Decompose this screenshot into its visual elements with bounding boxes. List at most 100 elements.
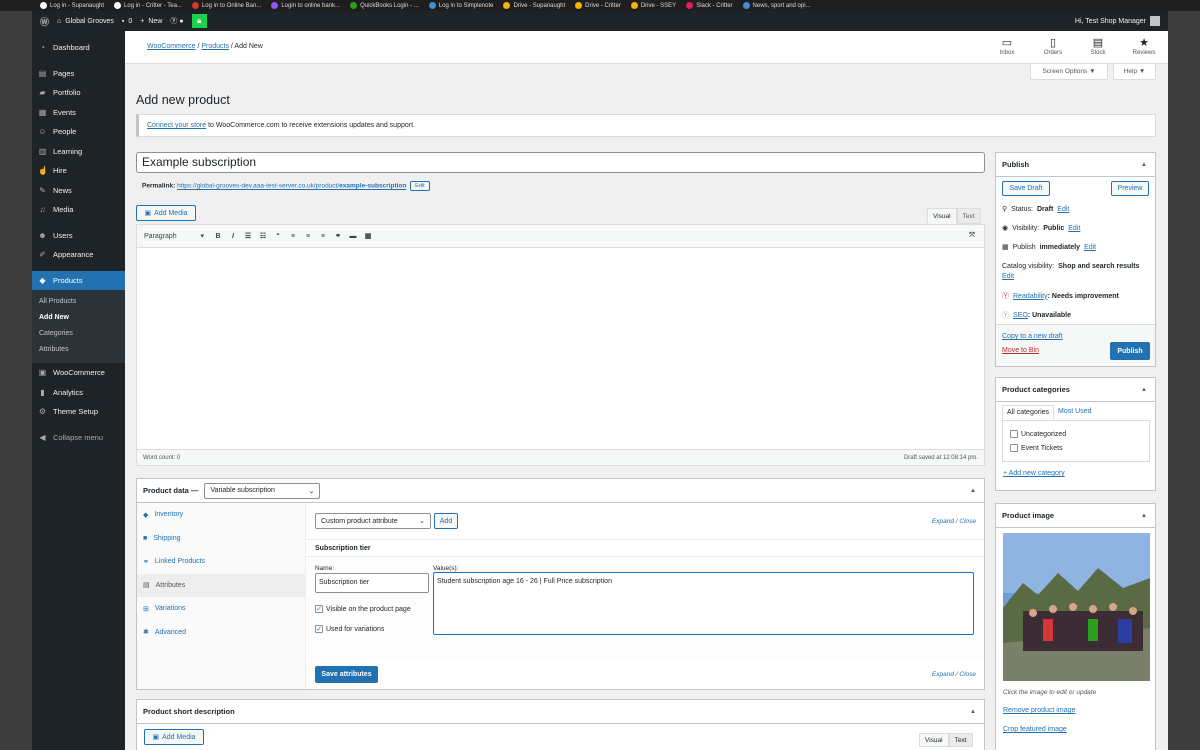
category-event-tickets[interactable]: Event Tickets bbox=[1010, 444, 1063, 452]
italic-icon[interactable]: I bbox=[229, 233, 237, 240]
toggle-arrow-icon[interactable]: ▲ bbox=[1141, 513, 1147, 519]
permalink-link[interactable]: https://global-grooves-dev.aaa-test-serv… bbox=[177, 183, 406, 190]
align-right-icon[interactable]: ≡ bbox=[319, 233, 327, 240]
submenu-attributes[interactable]: Attributes bbox=[32, 342, 125, 358]
category-uncategorized[interactable]: Uncategorized bbox=[1010, 430, 1066, 438]
expand-close-link-bottom[interactable]: Expand / Close bbox=[932, 671, 976, 678]
attribute-heading[interactable]: Subscription tier bbox=[307, 539, 984, 557]
bold-icon[interactable]: B bbox=[214, 233, 222, 240]
bookmark-item[interactable]: Drive - Critter bbox=[575, 2, 621, 9]
menu-woocommerce[interactable]: ▣ WooCommerce bbox=[32, 363, 125, 383]
readability-link[interactable]: Readability bbox=[1013, 293, 1048, 300]
tab-visual[interactable]: Visual bbox=[927, 208, 957, 224]
reviews-button[interactable]: ★ Reviews bbox=[1129, 37, 1159, 56]
permalink-edit-button[interactable]: Edit bbox=[410, 181, 430, 191]
tab-visual[interactable]: Visual bbox=[919, 733, 949, 747]
format-select[interactable]: Paragraph ▾ bbox=[141, 229, 207, 243]
menu-learning[interactable]: ▥ Learning bbox=[32, 142, 125, 162]
save-draft-button[interactable]: Save Draft bbox=[1002, 181, 1050, 196]
menu-news[interactable]: ✎ News bbox=[32, 181, 125, 201]
attribute-select[interactable]: Custom product attribute ⌄ bbox=[315, 513, 431, 529]
yoast-icon[interactable]: Ⓨ ● bbox=[170, 16, 183, 26]
tab-text[interactable]: Text bbox=[956, 208, 981, 224]
copy-draft-link[interactable]: Copy to a new draft bbox=[1002, 333, 1063, 340]
bookmark-item[interactable]: Login to online bank... bbox=[271, 2, 340, 9]
remove-image-link[interactable]: Remove product image bbox=[1003, 707, 1075, 714]
align-center-icon[interactable]: ≡ bbox=[304, 233, 312, 240]
menu-theme-setup[interactable]: ⚙ Theme Setup bbox=[32, 402, 125, 422]
site-name-link[interactable]: ⌂ Global Grooves bbox=[57, 18, 114, 25]
orders-button[interactable]: ▯ Orders bbox=[1038, 37, 1068, 56]
submenu-all-products[interactable]: All Products bbox=[32, 294, 125, 310]
status-edit-link[interactable]: Edit bbox=[1057, 206, 1069, 213]
blockquote-icon[interactable]: “ bbox=[274, 233, 282, 240]
menu-media[interactable]: ♫ Media bbox=[32, 200, 125, 220]
account-menu[interactable]: Hi, Test Shop Manager bbox=[1075, 16, 1160, 26]
menu-appearance[interactable]: ✐ Appearance bbox=[32, 245, 125, 265]
crop-image-link[interactable]: Crop featured image bbox=[1003, 726, 1067, 733]
help-button[interactable]: Help ▼ bbox=[1113, 64, 1156, 80]
preview-button[interactable]: Preview bbox=[1111, 181, 1149, 196]
inbox-button[interactable]: ▭ Inbox bbox=[992, 37, 1022, 56]
add-attribute-button[interactable]: Add bbox=[434, 513, 458, 529]
submenu-categories[interactable]: Categories bbox=[32, 326, 125, 342]
bookmark-item[interactable]: Log in to Simplenote bbox=[428, 2, 493, 9]
product-photo[interactable] bbox=[1003, 533, 1150, 681]
wordpress-logo-icon[interactable]: Ⓦ bbox=[40, 15, 49, 28]
tab-advanced[interactable]: ✱ Advanced bbox=[137, 621, 305, 645]
visible-checkbox[interactable]: ✓ Visible on the product page bbox=[315, 605, 411, 613]
toggle-arrow-icon[interactable]: ▲ bbox=[1141, 162, 1147, 168]
schedule-edit-link[interactable]: Edit bbox=[1084, 244, 1096, 251]
bookmark-item[interactable]: Log in - Supanaught bbox=[40, 2, 104, 9]
crumb-woocommerce[interactable]: WooCommerce bbox=[147, 43, 196, 50]
attribute-values-textarea[interactable]: Student subscription age 16 - 26 | Full … bbox=[433, 572, 974, 635]
menu-hire[interactable]: ☝ Hire bbox=[32, 161, 125, 181]
tab-most-used[interactable]: Most Used bbox=[1054, 405, 1095, 419]
toggle-arrow-icon[interactable]: ▲ bbox=[970, 709, 976, 715]
toolbar-toggle-icon[interactable]: ▦ bbox=[364, 232, 372, 240]
tab-all-categories[interactable]: All categories bbox=[1002, 405, 1055, 419]
menu-portfolio[interactable]: ▰ Portfolio bbox=[32, 83, 125, 103]
comments-link[interactable]: ▪ 0 bbox=[122, 18, 132, 25]
add-category-link[interactable]: + Add new category bbox=[1003, 470, 1065, 477]
tab-text[interactable]: Text bbox=[948, 733, 973, 747]
fullscreen-icon[interactable]: ⤧ bbox=[968, 232, 976, 240]
lock-icon[interactable]: 🔒︎ bbox=[191, 14, 207, 28]
move-to-bin-link[interactable]: Move to Bin bbox=[1002, 347, 1039, 354]
bullet-list-icon[interactable]: ☰ bbox=[244, 232, 252, 240]
toggle-arrow-icon[interactable]: ▲ bbox=[1141, 387, 1147, 393]
add-media-button[interactable]: ▣ Add Media bbox=[136, 205, 196, 221]
stock-button[interactable]: ▤ Stock bbox=[1083, 37, 1113, 56]
menu-events[interactable]: ▦ Events bbox=[32, 103, 125, 123]
collapse-menu[interactable]: ◀ Collapse menu bbox=[32, 428, 125, 448]
menu-people[interactable]: ☺ People bbox=[32, 122, 125, 142]
new-content-link[interactable]: + New bbox=[140, 18, 162, 25]
save-attributes-button[interactable]: Save attributes bbox=[315, 666, 378, 683]
menu-products[interactable]: ◆ Products bbox=[32, 270, 125, 290]
seo-link[interactable]: SEO bbox=[1013, 312, 1028, 319]
bookmark-item[interactable]: News, sport and opi... bbox=[742, 2, 811, 9]
attribute-name-input[interactable]: Subscription tier bbox=[315, 573, 429, 593]
publish-button[interactable]: Publish bbox=[1110, 342, 1150, 360]
bookmark-item[interactable]: Log in - Critter - Tea... bbox=[114, 2, 182, 9]
editor-body[interactable] bbox=[137, 248, 984, 449]
product-type-select[interactable]: Variable subscription ⌄ bbox=[204, 482, 321, 499]
product-title-input[interactable]: Example subscription bbox=[136, 152, 985, 173]
crumb-products[interactable]: Products bbox=[201, 43, 229, 50]
tab-variations[interactable]: ⊞ Variations bbox=[137, 597, 305, 621]
toggle-arrow-icon[interactable]: ▲ bbox=[970, 488, 976, 494]
read-more-icon[interactable]: ▬ bbox=[349, 233, 357, 240]
submenu-add-new[interactable]: Add New bbox=[32, 310, 125, 326]
bookmark-item[interactable]: Drive - Supanaught bbox=[503, 2, 565, 9]
screen-options-button[interactable]: Screen Options ▼ bbox=[1030, 64, 1108, 80]
variations-checkbox[interactable]: ✓ Used for variations bbox=[315, 625, 384, 633]
link-icon[interactable]: ⚭ bbox=[334, 232, 342, 240]
menu-dashboard[interactable]: ◔ Dashboard bbox=[32, 38, 125, 58]
bookmark-item[interactable]: Drive - SSEY bbox=[630, 2, 676, 9]
catalog-edit-link[interactable]: Edit bbox=[1002, 273, 1014, 280]
numbered-list-icon[interactable]: ☷ bbox=[259, 232, 267, 240]
bookmark-item[interactable]: Log in to Online Ban... bbox=[191, 2, 261, 9]
tab-inventory[interactable]: ◆ Inventory bbox=[137, 503, 305, 527]
connect-store-link[interactable]: Connect your store bbox=[147, 122, 206, 129]
tab-shipping[interactable]: ■ Shipping bbox=[137, 527, 305, 551]
